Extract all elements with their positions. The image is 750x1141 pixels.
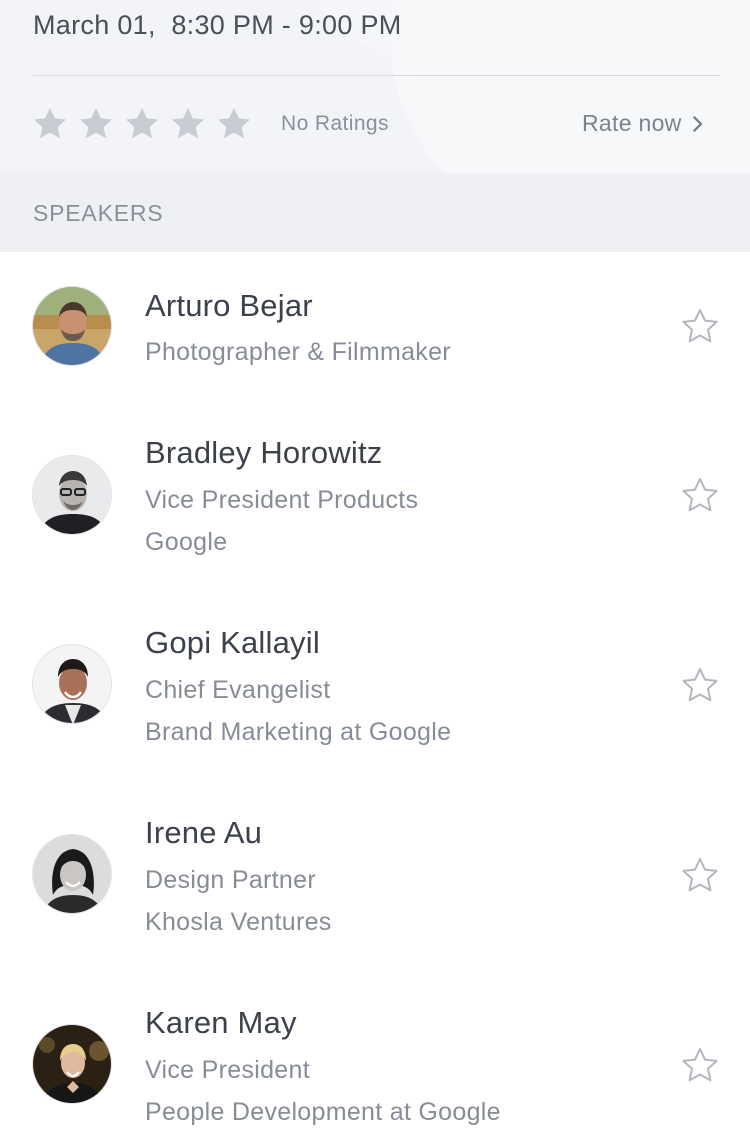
speaker-company: Google — [145, 528, 228, 556]
speaker-title: Photographer & Filmmaker — [145, 338, 451, 366]
avatar — [32, 1024, 112, 1104]
session-header: March 01, 8:30 PM - 9:00 PM No Ratings R… — [0, 0, 750, 173]
avatar — [32, 644, 112, 724]
favorite-button[interactable] — [680, 666, 720, 704]
star-icon[interactable] — [77, 106, 115, 142]
favorite-button[interactable] — [680, 856, 720, 894]
star-outline-icon — [682, 478, 718, 512]
speaker-title: Vice President Products — [145, 486, 419, 514]
star-icon[interactable] — [169, 106, 207, 142]
speaker-row[interactable]: Karen May Vice President People Developm… — [0, 972, 750, 1141]
speaker-name: Bradley Horowitz — [145, 435, 383, 470]
speaker-row[interactable]: Irene Au Design Partner Khosla Ventures — [0, 782, 750, 972]
rating-status: No Ratings — [281, 112, 389, 135]
speaker-photo — [33, 1025, 111, 1103]
star-icon[interactable] — [31, 106, 69, 142]
favorite-button[interactable] — [680, 1046, 720, 1084]
speaker-name: Karen May — [145, 1005, 297, 1040]
chevron-right-icon — [692, 115, 702, 132]
rating-stars[interactable] — [31, 106, 253, 142]
speaker-photo — [33, 645, 111, 723]
speaker-title: Vice President — [145, 1056, 310, 1084]
speaker-company: Brand Marketing at Google — [145, 718, 452, 746]
avatar — [32, 834, 112, 914]
speaker-company: People Development at Google — [145, 1098, 501, 1126]
session-time: March 01, 8:30 PM - 9:00 PM — [33, 10, 402, 40]
speaker-name: Irene Au — [145, 815, 263, 850]
avatar — [32, 286, 112, 366]
speaker-title: Chief Evangelist — [145, 676, 331, 704]
speaker-row[interactable]: Gopi Kallayil Chief Evangelist Brand Mar… — [0, 592, 750, 782]
favorite-button[interactable] — [680, 307, 720, 345]
star-outline-icon — [682, 858, 718, 892]
speaker-company: Khosla Ventures — [145, 908, 332, 936]
speaker-title: Design Partner — [145, 866, 316, 894]
star-icon[interactable] — [215, 106, 253, 142]
avatar — [32, 455, 112, 535]
favorite-button[interactable] — [680, 476, 720, 514]
rate-now-button[interactable]: Rate now — [582, 110, 704, 137]
speaker-photo — [33, 287, 111, 365]
speakers-section-header: SPEAKERS — [0, 173, 750, 252]
star-outline-icon — [682, 1048, 718, 1082]
star-icon[interactable] — [123, 106, 161, 142]
star-outline-icon — [682, 668, 718, 702]
speaker-name: Arturo Bejar — [145, 288, 313, 323]
session-detail-screen: March 01, 8:30 PM - 9:00 PM No Ratings R… — [0, 0, 750, 1141]
speaker-photo — [33, 456, 111, 534]
rate-now-label: Rate now — [582, 110, 682, 136]
divider — [33, 75, 720, 76]
speaker-row[interactable]: Arturo Bejar Photographer & Filmmaker — [0, 252, 750, 402]
speaker-photo — [33, 835, 111, 913]
speaker-name: Gopi Kallayil — [145, 625, 320, 660]
speaker-row[interactable]: Bradley Horowitz Vice President Products… — [0, 402, 750, 592]
star-outline-icon — [682, 309, 718, 343]
section-title: SPEAKERS — [33, 200, 164, 226]
